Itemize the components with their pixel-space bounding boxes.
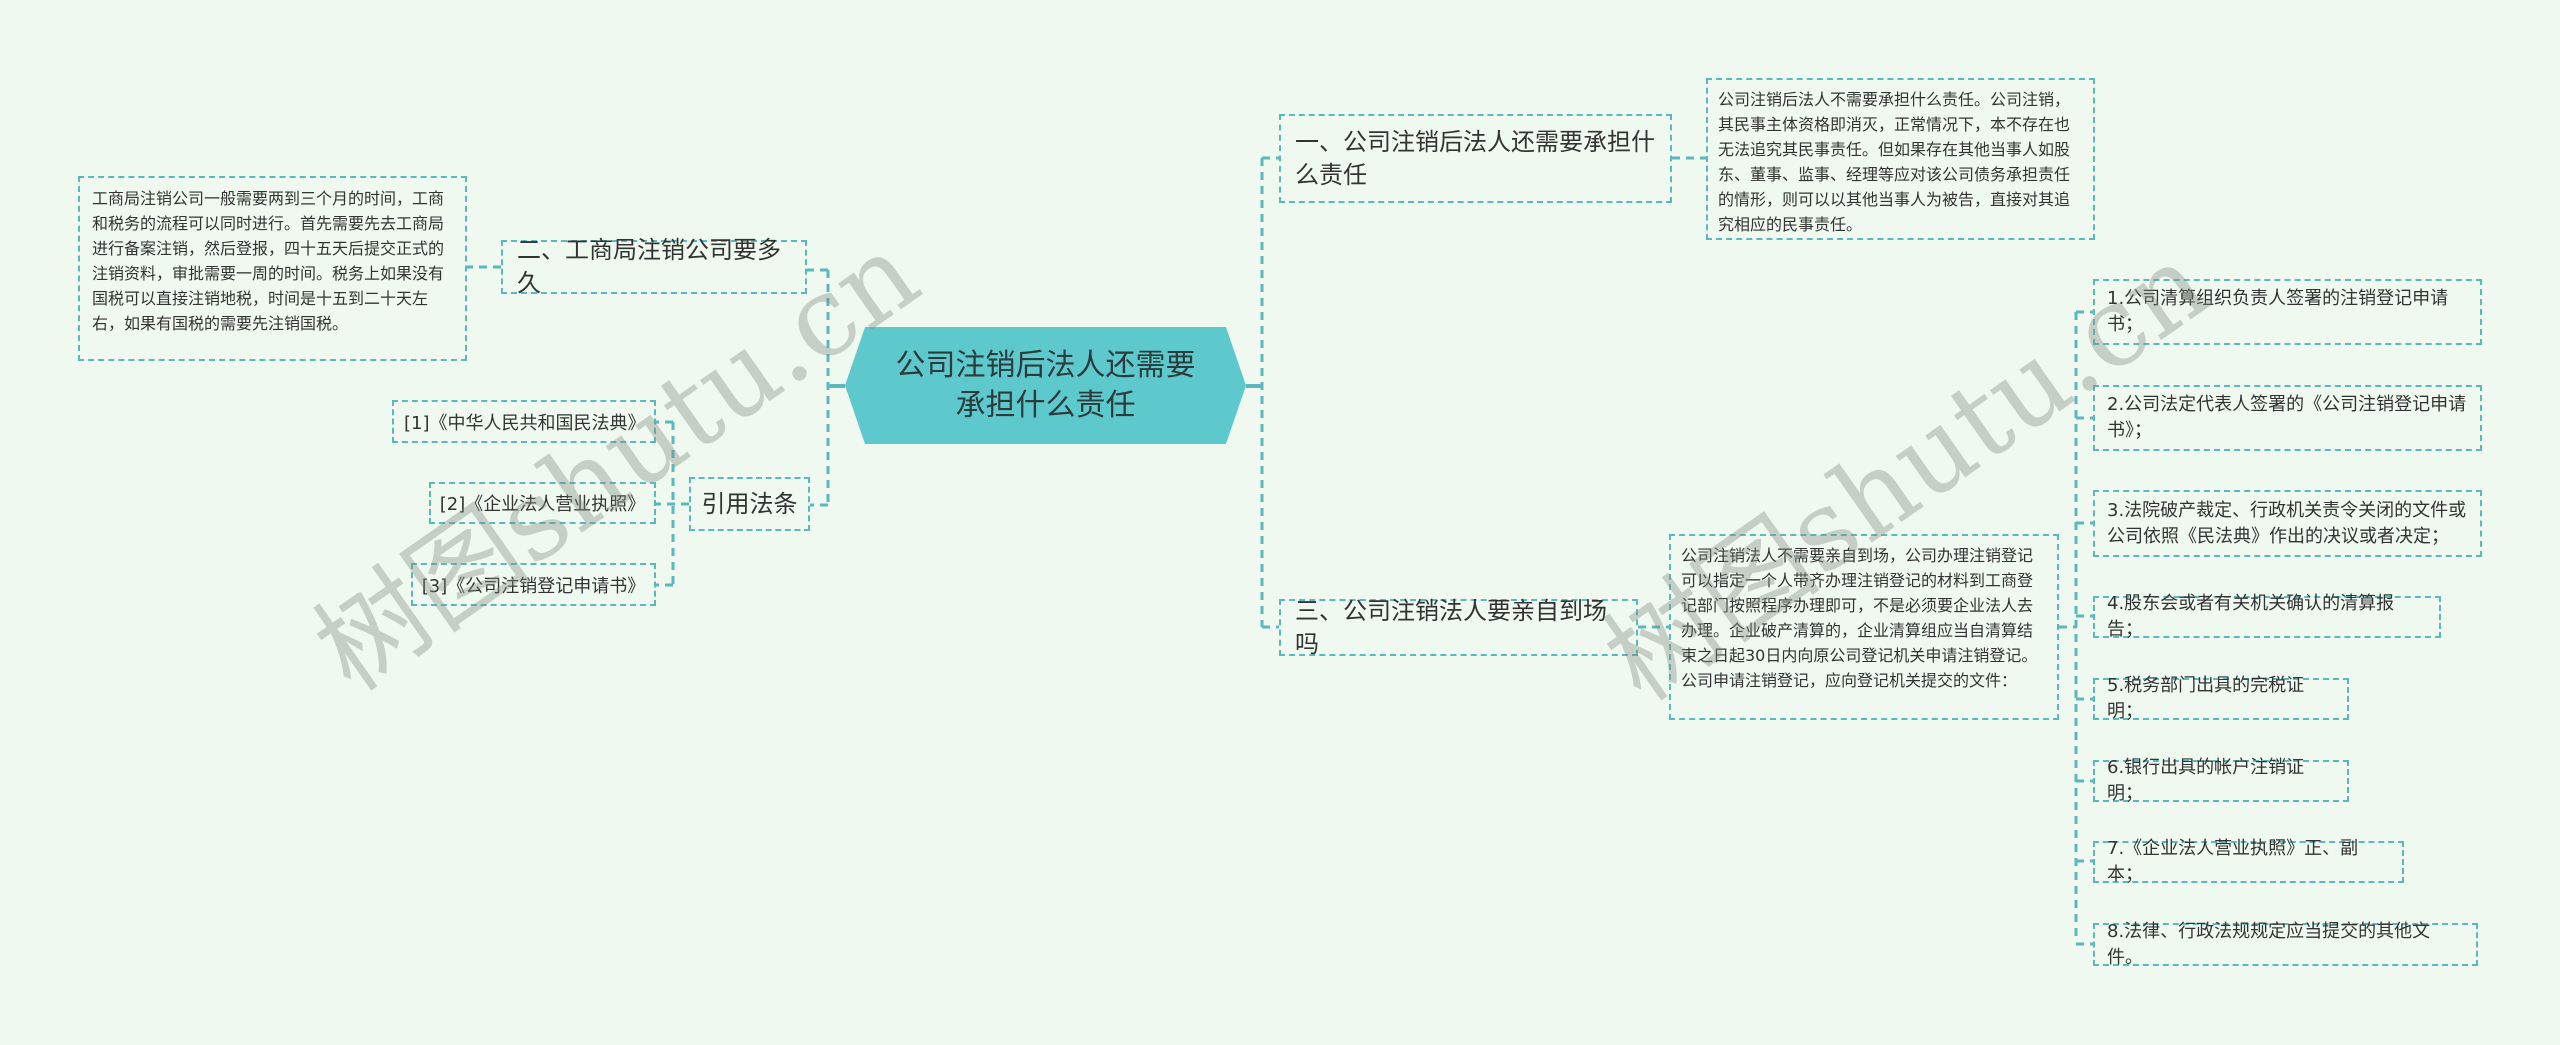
references-topic[interactable]: 引用法条	[689, 477, 810, 531]
document-item-2-label: 2.公司法定代表人签署的《公司注销登记申请书》；	[2107, 394, 2467, 441]
reference-item-3-label: [3]《公司注销登记申请书》	[421, 575, 646, 597]
document-item-5-label: 5.税务部门出具的完税证明；	[2107, 675, 2305, 722]
branch-3-topic[interactable]: 三、公司注销法人要亲自到场吗	[1279, 597, 1638, 658]
document-item-3[interactable]: 3.法院破产裁定、行政机关责令关闭的文件或公司依照《民法典》作出的决议或者决定；	[2093, 490, 2482, 557]
branch-1-detail[interactable]: 公司注销后法人不需要承担什么责任。公司注销，其民事主体资格即消灭，正常情况下，本…	[1706, 78, 2095, 240]
branch-2-topic[interactable]: 二、工商局注销公司要多久	[501, 236, 807, 297]
document-item-2[interactable]: 2.公司法定代表人签署的《公司注销登记申请书》；	[2093, 385, 2482, 451]
branch-2-detail-text: 工商局注销公司一般需要两到三个月的时间，工商和税务的流程可以同时进行。首先需要先…	[92, 189, 445, 333]
branch-3-detail[interactable]: 公司注销法人不需要亲自到场，公司办理注销登记可以指定一个人带齐办理注销登记的材料…	[1669, 534, 2059, 720]
branch-3-label: 三、公司注销法人要亲自到场吗	[1295, 596, 1607, 658]
document-item-6-label: 6.银行出具的帐户注销证明；	[2107, 757, 2305, 804]
central-topic-label: 公司注销后法人还需要承担什么责任	[895, 347, 1196, 423]
branch-1-detail-text: 公司注销后法人不需要承担什么责任。公司注销，其民事主体资格即消灭，正常情况下，本…	[1718, 90, 2071, 234]
document-item-5[interactable]: 5.税务部门出具的完税证明；	[2093, 675, 2349, 722]
central-topic[interactable]: 公司注销后法人还需要承担什么责任	[845, 327, 1246, 444]
branch-3-detail-text: 公司注销法人不需要亲自到场，公司办理注销登记可以指定一个人带齐办理注销登记的材料…	[1681, 546, 2038, 690]
reference-item-2[interactable]: [2]《企业法人营业执照》	[429, 482, 656, 524]
document-item-8[interactable]: 8.法律、行政法规规定应当提交的其他文件。	[2093, 921, 2478, 968]
branch-1-label: 一、公司注销后法人还需要承担什么责任	[1295, 127, 1655, 189]
reference-item-1-label: [1]《中华人民共和国民法典》	[404, 412, 646, 434]
document-item-8-label: 8.法律、行政法规规定应当提交的其他文件。	[2107, 920, 2431, 968]
branch-2-detail[interactable]: 工商局注销公司一般需要两到三个月的时间，工商和税务的流程可以同时进行。首先需要先…	[78, 176, 467, 361]
document-item-7-label: 7.《企业法人营业执照》正、副本；	[2107, 838, 2359, 885]
references-label: 引用法条	[701, 489, 798, 518]
document-item-1-label: 1.公司清算组织负责人签署的注销登记申请书；	[2107, 288, 2449, 335]
document-item-7[interactable]: 7.《企业法人营业执照》正、副本；	[2093, 838, 2404, 885]
document-item-3-label: 3.法院破产裁定、行政机关责令关闭的文件或公司依照《民法典》作出的决议或者决定；	[2107, 499, 2467, 547]
branch-1-topic[interactable]: 一、公司注销后法人还需要承担什么责任	[1279, 114, 1672, 203]
branch-2-label: 二、工商局注销公司要多久	[517, 236, 781, 297]
reference-item-2-label: [2]《企业法人营业执照》	[439, 494, 646, 515]
document-item-4-label: 4.股东会或者有关机关确认的清算报告；	[2107, 593, 2395, 640]
reference-item-3[interactable]: [3]《公司注销登记申请书》	[411, 563, 656, 606]
reference-item-1[interactable]: [1]《中华人民共和国民法典》	[392, 400, 656, 443]
document-item-6[interactable]: 6.银行出具的帐户注销证明；	[2093, 757, 2349, 804]
document-item-4[interactable]: 4.股东会或者有关机关确认的清算报告；	[2093, 593, 2441, 640]
document-item-1[interactable]: 1.公司清算组织负责人签署的注销登记申请书；	[2093, 279, 2482, 345]
